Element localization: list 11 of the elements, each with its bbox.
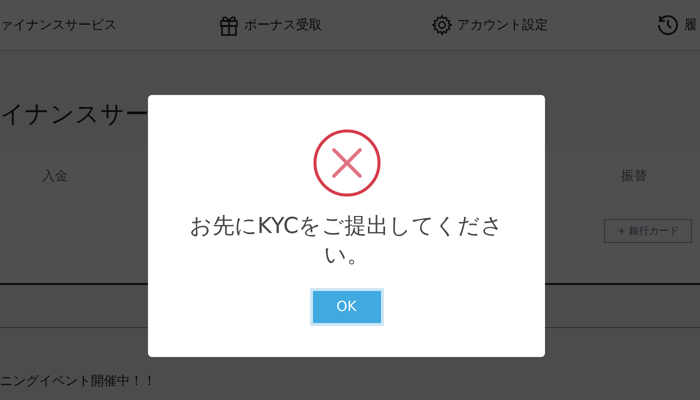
clock-icon bbox=[656, 13, 680, 37]
nav-link[interactable]: ボーナス受取 bbox=[244, 16, 322, 34]
dialog-message: お先にKYCをご提出してください。 bbox=[188, 213, 505, 270]
error-icon bbox=[312, 128, 382, 198]
page-title: イナンスサー bbox=[0, 99, 150, 130]
nav-link[interactable]: アカウント設定 bbox=[457, 16, 548, 34]
ok-button[interactable]: OK bbox=[310, 288, 384, 326]
nav-link[interactable]: ァイナンスサービス bbox=[0, 16, 117, 34]
event-banner-text: ニングイベント開催中！！ bbox=[0, 373, 157, 390]
nav-link[interactable]: 履 bbox=[684, 16, 697, 34]
settings-icon bbox=[431, 14, 453, 36]
